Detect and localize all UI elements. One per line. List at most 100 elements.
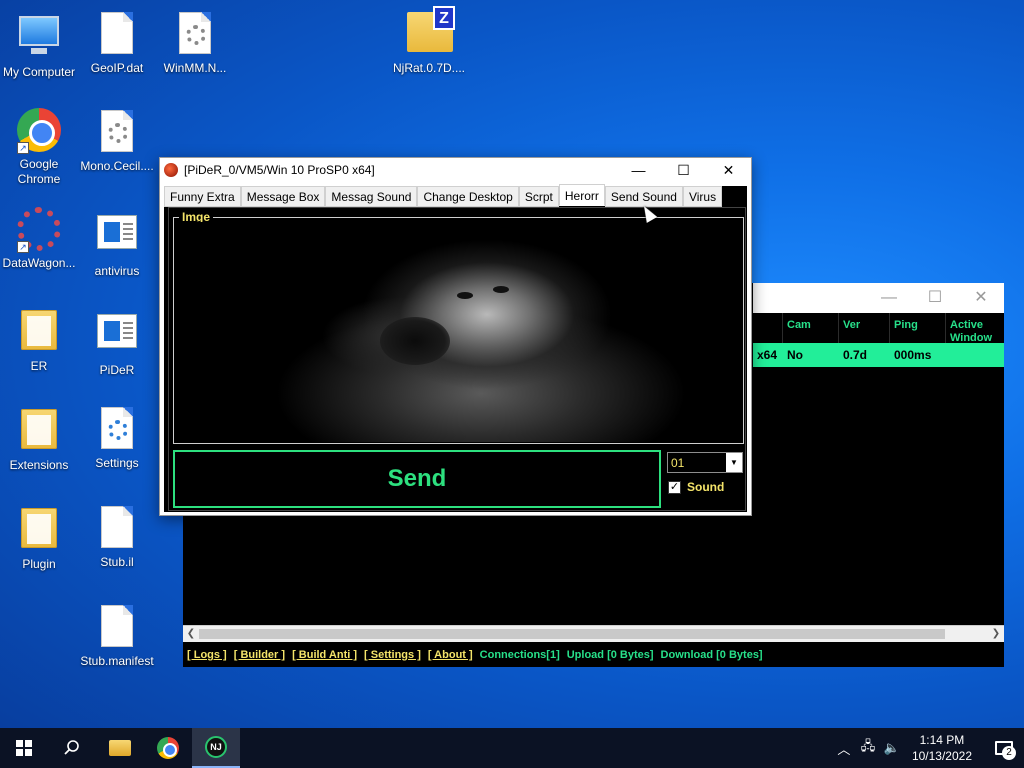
maximize-button[interactable]: ☐ xyxy=(661,158,706,182)
desktop-icon-geoip[interactable]: GeoIP.dat xyxy=(78,10,156,76)
dll-file-icon xyxy=(95,110,139,156)
clock[interactable]: 1:14 PM 10/13/2022 xyxy=(904,732,984,764)
njrat-statusbar: [ Logs ] [ Builder ] [ Build Anti ] [ Se… xyxy=(183,646,1004,666)
minimize-button[interactable]: — xyxy=(616,158,661,182)
scroll-right-icon[interactable]: ❯ xyxy=(989,627,1003,641)
action-center-button[interactable]: 2 xyxy=(984,728,1024,768)
desktop-icon-winmm[interactable]: WinMM.N... xyxy=(156,10,234,76)
pider-window[interactable]: [PiDeR_0/VM5/Win 10 ProSP0 x64] — ☐ ✕ Fu… xyxy=(159,157,752,516)
column-header-cam[interactable]: Cam xyxy=(783,313,839,343)
desktop-icon-google-chrome[interactable]: ↗ Google Chrome xyxy=(0,108,78,187)
chevron-down-icon[interactable]: ▼ xyxy=(726,453,742,472)
taskbar-njrat[interactable]: NJ xyxy=(192,728,240,768)
desktop-icon-label: Stub.il xyxy=(100,555,134,569)
show-hidden-icons-chevron-up-icon[interactable]: ︿ xyxy=(832,739,856,758)
application-icon xyxy=(95,314,139,360)
zip-archive-icon: Z xyxy=(407,6,455,58)
desktop-icon-stub-manifest[interactable]: Stub.manifest xyxy=(78,603,156,669)
desktop-icon-label: Stub.manifest xyxy=(80,654,154,668)
volume-icon[interactable]: 🔈 xyxy=(880,740,904,756)
column-header-ver[interactable]: Ver xyxy=(839,313,890,343)
desktop-icon-antivirus[interactable]: antivirus xyxy=(78,207,156,279)
tab-scrpt[interactable]: Scrpt xyxy=(518,186,559,207)
sound-checkbox-label: Sound xyxy=(687,480,725,494)
cell-active-window xyxy=(946,343,1004,367)
sound-checkbox[interactable]: ✓ Sound xyxy=(668,480,724,494)
njrat-titlebar[interactable]: — ☐ ✕ xyxy=(753,283,1004,313)
download-status: Download [0 Bytes] xyxy=(660,649,763,661)
taskbar-chrome[interactable] xyxy=(144,728,192,768)
dll-file-icon xyxy=(173,12,217,58)
tab-change-desktop[interactable]: Change Desktop xyxy=(417,186,519,207)
cell-ver: 0.7d xyxy=(843,348,868,362)
folder-icon xyxy=(17,409,61,455)
tab-virus[interactable]: Virus xyxy=(682,186,723,207)
desktop-icon-label: Plugin xyxy=(22,557,56,571)
checkbox-checked-icon[interactable]: ✓ xyxy=(668,480,681,494)
clock-date: 10/13/2022 xyxy=(911,749,972,763)
cell-os: x64 xyxy=(757,348,778,362)
folder-icon xyxy=(109,740,131,756)
file-icon xyxy=(95,506,139,552)
desktop-icon-label: Extensions xyxy=(9,458,69,472)
clock-time: 1:14 PM xyxy=(919,733,965,747)
column-header-os[interactable] xyxy=(753,313,783,343)
horizontal-scrollbar[interactable]: ❮ ❯ xyxy=(183,625,1004,642)
datawagon-icon: ↗ xyxy=(17,207,61,253)
table-row[interactable]: x64 No 0.7d 000ms xyxy=(753,343,1004,367)
column-header-ping[interactable]: Ping xyxy=(890,313,946,343)
file-icon xyxy=(95,605,139,651)
close-button[interactable]: ✕ xyxy=(971,289,991,307)
desktop-icon-my-computer[interactable]: My Computer xyxy=(0,10,78,80)
tab-message-box[interactable]: Message Box xyxy=(240,186,326,207)
logs-link[interactable]: [ Logs ] xyxy=(187,649,227,663)
build-anti-link[interactable]: [ Build Anti ] xyxy=(292,649,357,663)
maximize-button[interactable]: ☐ xyxy=(925,289,945,307)
builder-link[interactable]: [ Builder ] xyxy=(234,649,285,663)
desktop-icon-extensions[interactable]: Extensions xyxy=(0,405,78,473)
folder-icon xyxy=(17,508,61,554)
desktop-icon-stub-il[interactable]: Stub.il xyxy=(78,504,156,570)
tab-funny-extra[interactable]: Funny Extra xyxy=(164,186,241,207)
desktop-icon-label: DataWagon... xyxy=(2,256,76,270)
system-tray: ︿ 🖧 🔈 1:14 PM 10/13/2022 2 xyxy=(832,728,1024,768)
scrollbar-thumb[interactable] xyxy=(199,629,945,639)
tab-strip: Funny Extra Message Box Messag Sound Cha… xyxy=(164,184,723,207)
minimize-button[interactable]: — xyxy=(879,289,899,307)
chrome-icon: ↗ xyxy=(17,108,61,154)
tab-herorr[interactable]: Herorr xyxy=(558,184,605,206)
desktop-icon-mono-cecil[interactable]: Mono.Cecil.... xyxy=(78,108,156,174)
start-button[interactable] xyxy=(0,728,48,768)
taskbar-file-explorer[interactable] xyxy=(96,728,144,768)
tab-messag-sound[interactable]: Messag Sound xyxy=(325,186,418,207)
pider-window-body: Funny Extra Message Box Messag Sound Cha… xyxy=(164,184,747,512)
search-button[interactable] xyxy=(48,728,96,768)
column-header-active-window[interactable]: Active Window xyxy=(946,313,1004,344)
desktop-icon-er[interactable]: ER xyxy=(0,306,78,374)
tab-send-sound[interactable]: Send Sound xyxy=(604,186,683,207)
desktop-icon-label: ER xyxy=(30,359,48,373)
application-icon xyxy=(95,215,139,261)
settings-link[interactable]: [ Settings ] xyxy=(364,649,421,663)
close-button[interactable]: ✕ xyxy=(706,158,751,182)
duration-select[interactable]: 01 ▼ xyxy=(667,452,743,473)
image-groupbox: Imge xyxy=(173,210,744,444)
desktop-icon-pider[interactable]: PiDeR xyxy=(78,306,156,378)
desktop-icon-njrat-archive[interactable]: Z NjRat.0.7D.... xyxy=(390,6,468,76)
folder-icon xyxy=(17,310,61,356)
desktop-icon-datawagon[interactable]: ↗ DataWagon... xyxy=(0,207,78,271)
send-button[interactable]: Send xyxy=(173,450,661,508)
cell-ping: 000ms xyxy=(894,348,932,362)
pider-titlebar[interactable]: [PiDeR_0/VM5/Win 10 ProSP0 x64] — ☐ ✕ xyxy=(160,158,751,182)
desktop-icon-label: Settings xyxy=(95,456,139,470)
herorr-tab-panel: Imge Send 01 ▼ ✓ Sound xyxy=(168,207,746,511)
desktop-icon-label: antivirus xyxy=(94,264,140,278)
desktop-icon-plugin[interactable]: Plugin xyxy=(0,504,78,572)
settings-file-icon xyxy=(95,407,139,453)
network-icon[interactable]: 🖧 xyxy=(856,737,880,759)
about-link[interactable]: [ About ] xyxy=(428,649,473,663)
scroll-left-icon[interactable]: ❮ xyxy=(184,627,198,641)
desktop-icon-settings[interactable]: Settings xyxy=(78,405,156,471)
desktop-icon-label: My Computer xyxy=(2,65,76,79)
connections-status: Connections[1] xyxy=(479,649,560,661)
